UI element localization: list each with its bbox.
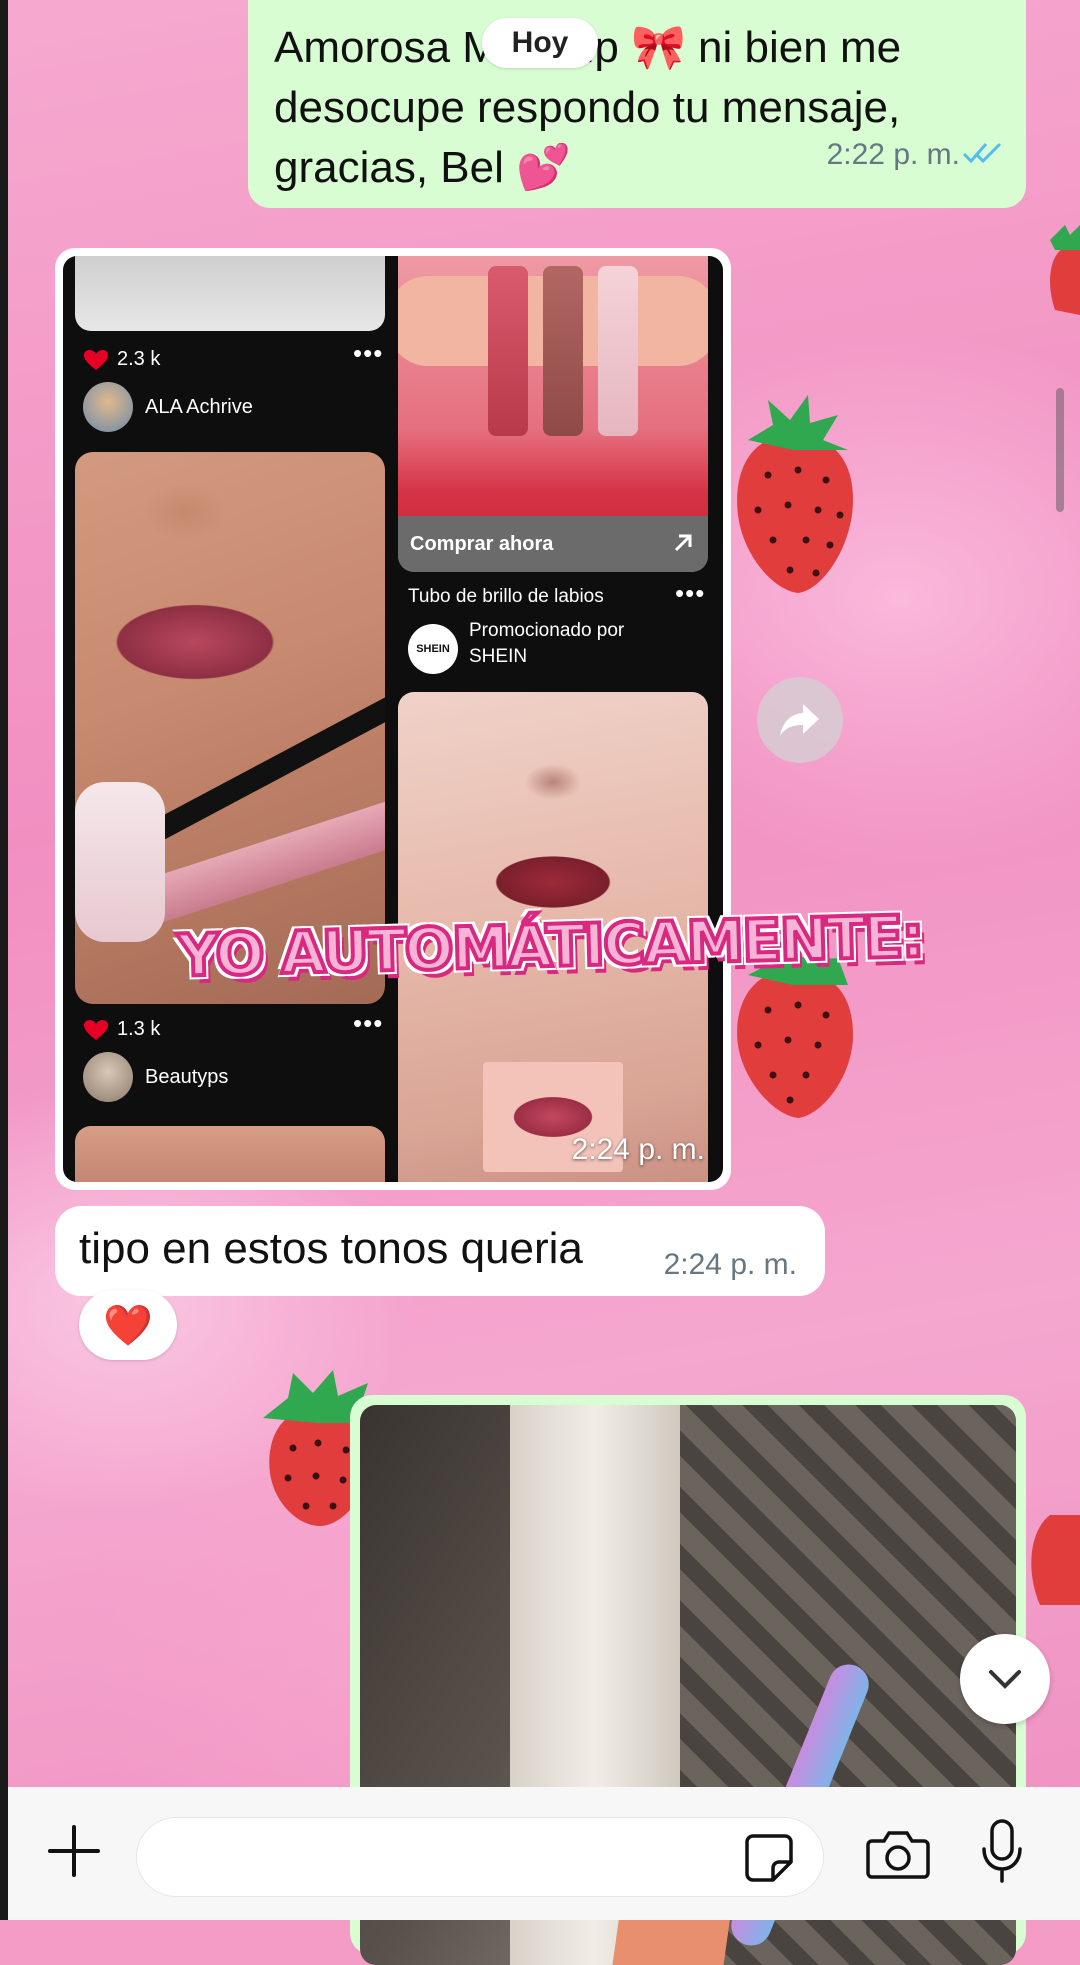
pin-image-bottom-left[interactable] [75, 1126, 385, 1182]
heart-reaction-icon: ❤️ [103, 1303, 153, 1348]
avatar[interactable] [83, 382, 133, 432]
forward-icon [780, 704, 819, 736]
more-options-icon[interactable]: ••• [353, 1008, 383, 1039]
strawberry-decoration [1050, 225, 1080, 315]
date-pill: Hoy [482, 18, 598, 68]
plus-icon[interactable] [46, 1823, 102, 1879]
gloss-tube [598, 266, 638, 436]
message-time: 2:24 p. m. [663, 1248, 797, 1281]
outgoing-message-bubble[interactable]: Amorosa Makeup 🎀 ni bien me desocupe res… [248, 0, 1026, 208]
sticker-icon[interactable] [743, 1832, 795, 1884]
incoming-message-bubble[interactable]: tipo en estos tonos queria 2:24 p. m. [55, 1206, 825, 1296]
screen-edge [0, 0, 8, 1920]
shop-now-label: Comprar ahora [410, 532, 554, 555]
pin-title[interactable]: Tubo de brillo de labios [408, 586, 604, 608]
reaction-badge[interactable]: ❤️ [79, 1290, 177, 1360]
camera-icon[interactable] [866, 1829, 930, 1879]
pin-username[interactable]: ALA Achrive [145, 396, 253, 419]
strawberry-decoration [737, 395, 853, 593]
forward-button[interactable] [757, 677, 843, 763]
pin-likes: 1.3 k [83, 1018, 160, 1041]
shein-logo[interactable]: SHEIN [408, 624, 458, 674]
more-options-icon[interactable]: ••• [675, 578, 705, 609]
scroll-to-bottom-button[interactable] [960, 1634, 1050, 1724]
pin-likes-count: 2.3 k [117, 348, 161, 370]
message-time: 2:24 p. m. [571, 1133, 705, 1166]
avatar[interactable] [83, 1052, 133, 1102]
pin-likes: 2.3 k [83, 348, 160, 371]
shein-logo-text: SHEIN [416, 643, 450, 655]
strawberry-decoration [1031, 1515, 1080, 1605]
gloss-tube [543, 266, 583, 436]
mic-icon[interactable] [980, 1819, 1024, 1885]
message-text: tipo en estos tonos queria [79, 1224, 583, 1273]
heart-icon [84, 1019, 108, 1040]
external-arrow-icon [674, 534, 692, 552]
heart-icon [84, 349, 108, 370]
message-time: 2:22 p. m. [826, 138, 960, 171]
message-composer [8, 1787, 1080, 1920]
nails-decoration [75, 782, 165, 942]
pin-username[interactable]: Beautyps [145, 1066, 228, 1089]
promoted-label: Promocionado por [469, 620, 625, 641]
meme-caption-sticker: YO AUTOMÁTICAMENTE: [175, 900, 926, 991]
more-options-icon[interactable]: ••• [353, 338, 383, 369]
shop-now-button[interactable]: Comprar ahora [398, 516, 708, 572]
chevron-down-icon [989, 1670, 1021, 1689]
message-input[interactable] [136, 1817, 824, 1897]
promoted-brand[interactable]: SHEIN [469, 646, 527, 668]
scrollbar[interactable] [1056, 388, 1064, 512]
pin-likes-count: 1.3 k [117, 1018, 161, 1040]
incoming-image-bubble[interactable]: 2.3 k ••• ALA Achrive 1.3 k ••• Beautyps… [55, 248, 731, 1190]
gloss-tube [488, 266, 528, 436]
read-receipt-icon [962, 142, 1002, 164]
pinterest-screenshot[interactable]: 2.3 k ••• ALA Achrive 1.3 k ••• Beautyps… [63, 256, 723, 1182]
pin-image-top-left [75, 256, 385, 331]
